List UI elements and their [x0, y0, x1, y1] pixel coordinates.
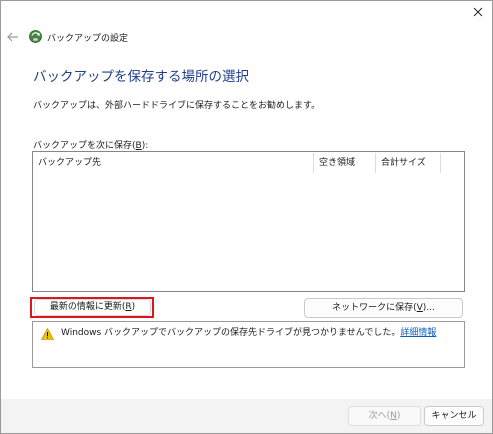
next-button[interactable]: 次へ(N): [348, 406, 421, 426]
list-label: バックアップを次に保存(B):: [33, 141, 149, 151]
window-title: バックアップの設定: [47, 34, 129, 44]
more-info-link[interactable]: 詳細情報: [400, 328, 436, 338]
column-header-total-size[interactable]: 合計サイズ: [375, 153, 441, 173]
column-header-destination[interactable]: バックアップ先: [33, 153, 313, 173]
close-button[interactable]: [464, 1, 492, 25]
list-label-mnemonic: B: [135, 141, 142, 151]
backup-destination-list[interactable]: バックアップ先 空き領域 合計サイズ: [32, 151, 465, 292]
page-description: バックアップは、外部ハードドライブに保存することをお勧めします。: [33, 101, 321, 111]
back-arrow-icon: [7, 32, 18, 42]
warning-message: Windows バックアップでバックアップの保存先ドライブが見つかりませんでした…: [61, 325, 436, 338]
warning-icon: [41, 328, 54, 340]
page-heading: バックアップを保存する場所の選択: [33, 69, 249, 85]
cancel-button[interactable]: キャンセル: [424, 406, 484, 426]
warning-text: Windows バックアップでバックアップの保存先ドライブが見つかりませんでした…: [61, 328, 401, 338]
backup-settings-dialog: バックアップの設定 バックアップを保存する場所の選択 バックアップは、外部ハード…: [0, 0, 493, 434]
save-on-network-button[interactable]: ネットワークに保存(V)...: [304, 298, 463, 318]
list-label-text: バックアップを次に保存: [33, 141, 133, 151]
highlight-box: [30, 297, 154, 318]
next-button-label: 次へ: [368, 411, 387, 421]
close-icon: [473, 7, 483, 17]
save-on-network-label: ネットワークに保存: [332, 303, 414, 313]
next-button-mnemonic: N: [390, 411, 397, 421]
warning-panel: Windows バックアップでバックアップの保存先ドライブが見つかりませんでした…: [32, 321, 465, 368]
save-on-network-mnemonic: V: [416, 303, 423, 313]
backup-app-icon: [28, 29, 43, 44]
column-header-free-space[interactable]: 空き領域: [313, 153, 375, 173]
back-button[interactable]: [6, 30, 20, 44]
